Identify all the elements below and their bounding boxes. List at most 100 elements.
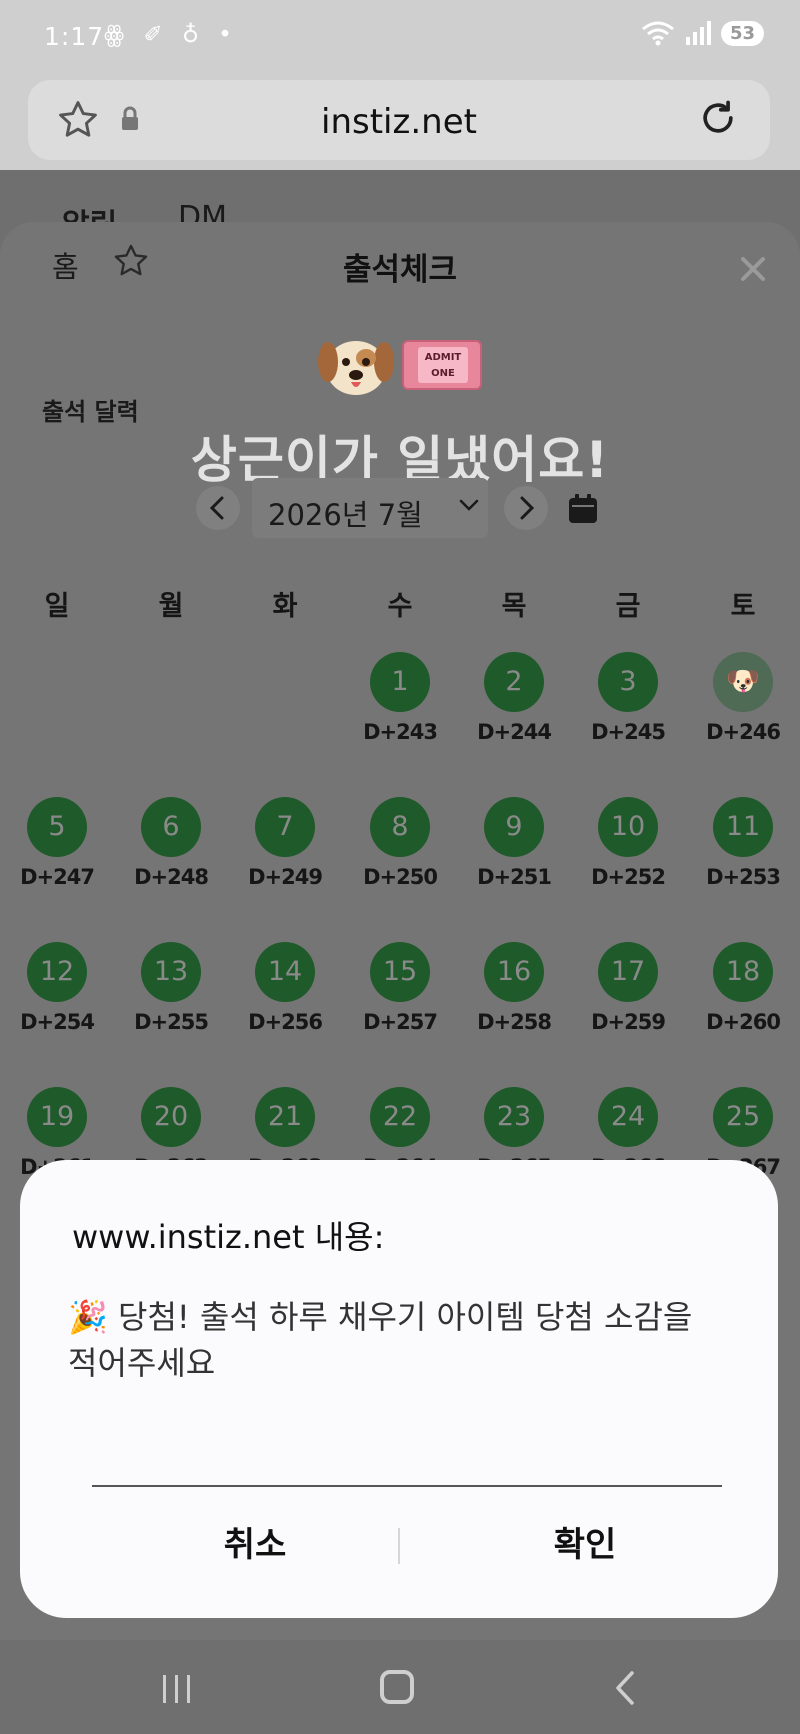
calendar-day[interactable]: 7 D+249 xyxy=(228,797,342,917)
dday-label: D+255 xyxy=(134,1010,209,1034)
day-circle: 5 xyxy=(27,797,87,857)
status-bar: 1:17 ꙮ ✐ ♁ • 53 xyxy=(0,0,800,74)
dday-label: D+258 xyxy=(477,1010,552,1034)
dog-face-icon xyxy=(318,341,394,395)
calendar-day[interactable]: 17 D+259 xyxy=(571,942,685,1062)
day-circle: 11 xyxy=(713,797,773,857)
wifi-icon xyxy=(642,21,674,46)
dday-label: D+243 xyxy=(363,720,438,744)
calendar-day[interactable]: 18 D+260 xyxy=(686,942,800,1062)
calendar-day[interactable]: 6 D+248 xyxy=(114,797,228,917)
dday-label: D+251 xyxy=(477,865,552,889)
month-label: 2026년 7월 xyxy=(268,498,423,532)
dialog-title: www.instiz.net 내용: xyxy=(72,1218,385,1256)
weekday-mon: 월 xyxy=(158,591,184,622)
calendar-day[interactable]: 5 D+247 xyxy=(0,797,114,917)
day-circle: 12 xyxy=(27,942,87,1002)
prev-month-button[interactable] xyxy=(196,486,240,530)
calendar-day[interactable]: 9 D+251 xyxy=(457,797,571,917)
day-circle: 15 xyxy=(370,942,430,1002)
recent-apps-icon[interactable] xyxy=(160,1672,194,1706)
dialog-text-input[interactable] xyxy=(92,1485,722,1487)
system-nav-bar xyxy=(0,1640,800,1734)
chevron-down-icon xyxy=(459,499,479,511)
day-circle: 7 xyxy=(255,797,315,857)
browser-toolbar: instiz.net xyxy=(0,74,800,170)
ok-button[interactable]: 확인 xyxy=(420,1510,750,1580)
dday-label: D+253 xyxy=(706,865,781,889)
weekday-sat: 토 xyxy=(730,591,756,622)
day-circle: 22 xyxy=(370,1087,430,1147)
prompt-dialog: www.instiz.net 내용: 🎉 당첨! 출석 하루 채우기 아이템 당… xyxy=(20,1160,778,1618)
status-time: 1:17 xyxy=(44,22,105,51)
day-circle: 9 xyxy=(484,797,544,857)
day-circle: 13 xyxy=(141,942,201,1002)
calendar-day[interactable]: 15 D+257 xyxy=(343,942,457,1062)
dday-label: D+254 xyxy=(20,1010,95,1034)
day-circle: 3 xyxy=(598,652,658,712)
day-circle: 23 xyxy=(484,1087,544,1147)
weekday-tue: 화 xyxy=(272,591,298,622)
cancel-button[interactable]: 취소 xyxy=(90,1510,420,1580)
calendar-day[interactable]: 12 D+254 xyxy=(0,942,114,1062)
address-bar[interactable]: instiz.net xyxy=(28,80,770,160)
next-month-button[interactable] xyxy=(504,486,548,530)
back-icon[interactable] xyxy=(612,1670,638,1706)
battery-indicator: 53 xyxy=(720,20,764,46)
dday-label: D+246 xyxy=(706,720,781,744)
calendar-day[interactable]: 3 D+245 xyxy=(571,652,685,772)
weekday-fri: 금 xyxy=(615,591,641,622)
calendar-day[interactable]: 13 D+255 xyxy=(114,942,228,1062)
day-circle: 6 xyxy=(141,797,201,857)
close-icon[interactable] xyxy=(740,256,766,282)
ticket-text: ADMIT ONE xyxy=(418,347,468,383)
calendar-day[interactable]: 16 D+258 xyxy=(457,942,571,1062)
day-circle: 21 xyxy=(255,1087,315,1147)
calendar-day[interactable]: 8 D+250 xyxy=(343,797,457,917)
weekday-sun: 일 xyxy=(44,591,70,622)
day-circle: 25 xyxy=(713,1087,773,1147)
home-icon[interactable] xyxy=(380,1670,414,1704)
button-divider xyxy=(398,1528,400,1564)
calendar-day-today[interactable]: 🐶 D+246 xyxy=(686,652,800,772)
dday-label: D+252 xyxy=(591,865,666,889)
day-circle: 16 xyxy=(484,942,544,1002)
dday-label: D+244 xyxy=(477,720,552,744)
dday-label: D+260 xyxy=(706,1010,781,1034)
day-circle: 24 xyxy=(598,1087,658,1147)
calendar-day[interactable]: 11 D+253 xyxy=(686,797,800,917)
sheet-title: 출석체크 xyxy=(342,252,458,288)
calendar-day[interactable]: 10 D+252 xyxy=(571,797,685,917)
weekday-header: 일 월 화 수 목 금 토 xyxy=(0,584,800,624)
day-circle: 20 xyxy=(141,1087,201,1147)
month-navigation: 2026년 7월 xyxy=(0,478,800,548)
day-circle: 18 xyxy=(713,942,773,1002)
weekday-thu: 목 xyxy=(501,591,527,622)
calendar-day[interactable]: 2 D+244 xyxy=(457,652,571,772)
day-circle: 8 xyxy=(370,797,430,857)
calendar-day[interactable]: 14 D+256 xyxy=(228,942,342,1062)
dday-label: D+249 xyxy=(248,865,323,889)
reload-icon[interactable] xyxy=(696,96,740,140)
day-circle: 2 xyxy=(484,652,544,712)
url-text: instiz.net xyxy=(321,102,477,142)
dday-label: D+250 xyxy=(363,865,438,889)
dday-label: D+247 xyxy=(20,865,95,889)
chevron-right-icon xyxy=(520,496,535,520)
dday-label: D+248 xyxy=(134,865,209,889)
weekday-wed: 수 xyxy=(387,591,413,622)
day-circle: 19 xyxy=(27,1087,87,1147)
dialog-message: 🎉 당첨! 출석 하루 채우기 아이템 당첨 소감을 적어주세요 xyxy=(68,1298,693,1382)
admit-ticket-icon: ADMIT ONE xyxy=(402,340,482,390)
day-circle: 1 xyxy=(370,652,430,712)
calendar-icon[interactable] xyxy=(566,492,600,526)
day-circle: 14 xyxy=(255,942,315,1002)
chevron-left-icon xyxy=(209,496,224,520)
day-circle: 17 xyxy=(598,942,658,1002)
notification-icons: ꙮ ✐ ♁ • xyxy=(104,22,238,48)
dday-label: D+245 xyxy=(591,720,666,744)
calendar-day[interactable]: 1 D+243 xyxy=(343,652,457,772)
dog-stamp-icon: 🐶 xyxy=(713,652,773,712)
dday-label: D+259 xyxy=(591,1010,666,1034)
day-circle: 10 xyxy=(598,797,658,857)
